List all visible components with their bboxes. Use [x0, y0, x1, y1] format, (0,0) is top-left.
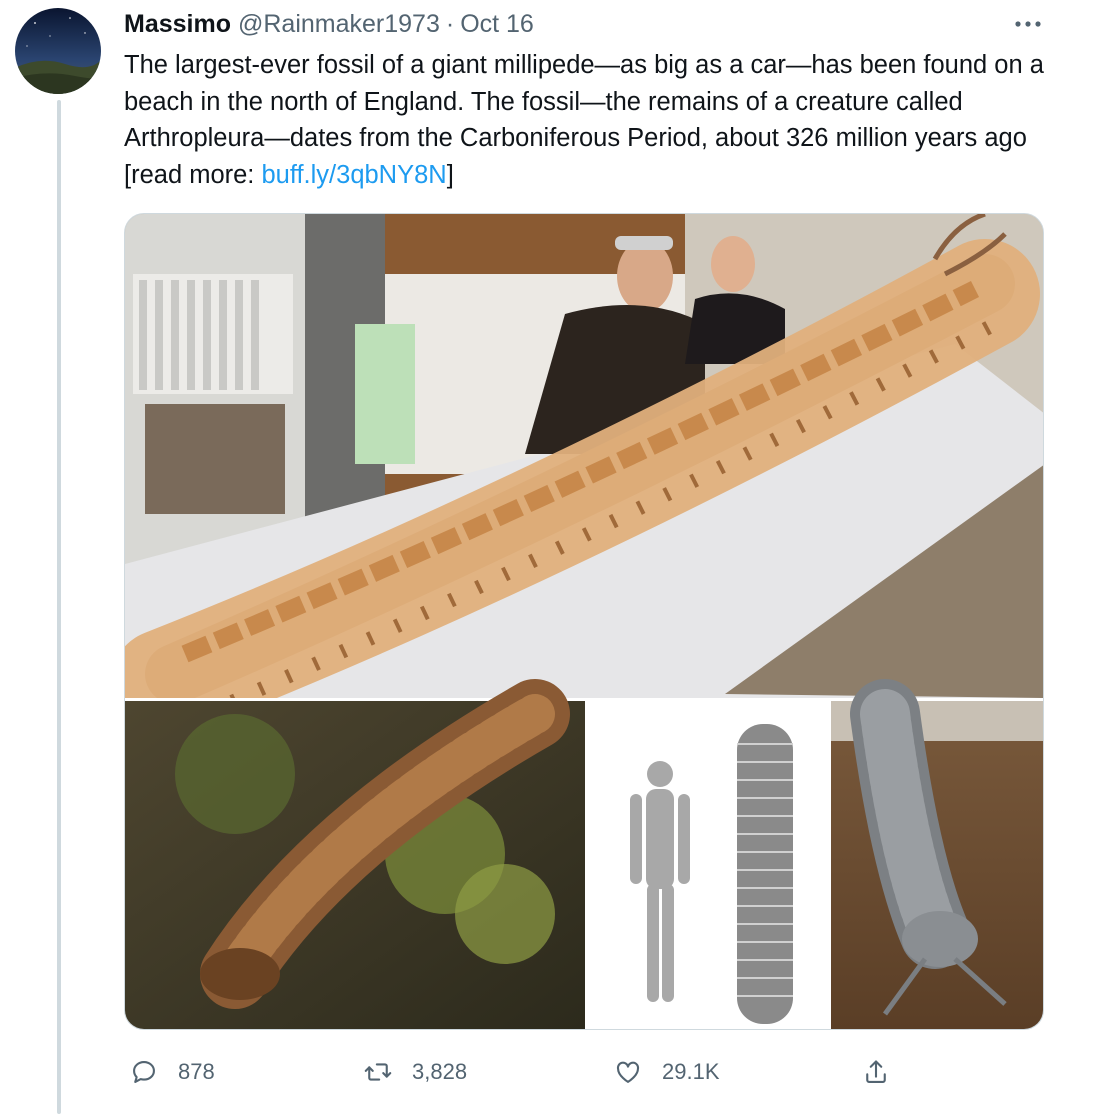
header-separator: ·	[445, 9, 455, 38]
tweet-text: The largest-ever fossil of a giant milli…	[124, 47, 1064, 193]
tweet-media-image[interactable]	[124, 213, 1044, 1030]
more-horizontal-icon	[1015, 21, 1041, 27]
like-count: 29.1K	[662, 1059, 720, 1084]
retweet-icon	[358, 1052, 398, 1092]
retweet-button[interactable]: 3,828	[358, 1052, 467, 1092]
author-name[interactable]: Massimo	[124, 10, 231, 39]
tweet-header: Massimo @Rainmaker1973 · Oct 16	[124, 8, 534, 40]
heart-icon	[608, 1052, 648, 1092]
media-panel-museum-model	[831, 679, 1043, 1029]
reply-button[interactable]: 878	[124, 1052, 215, 1092]
media-composite-image	[125, 214, 1043, 1029]
author-avatar[interactable]	[15, 8, 101, 94]
author-handle[interactable]: @Rainmaker1973	[238, 10, 440, 39]
like-button[interactable]: 29.1K	[608, 1052, 720, 1092]
reply-count: 878	[178, 1059, 215, 1084]
tweet-date[interactable]: Oct 16	[460, 10, 534, 39]
thread-connector-line	[57, 100, 61, 1114]
media-panel-size-comparison	[588, 701, 828, 1029]
avatar-night-sky-image	[15, 8, 101, 94]
tweet-action-bar: 878 3,828 29.1K	[124, 1052, 1064, 1092]
media-panel-model-room	[125, 214, 1043, 739]
tweet-text-tail: ]	[446, 160, 454, 189]
reply-bubble-icon	[124, 1052, 164, 1092]
share-upload-icon	[856, 1052, 896, 1092]
tweet-link[interactable]: buff.ly/3qbNY8N	[261, 161, 446, 189]
media-panel-forest-reconstruction	[125, 679, 585, 1029]
retweet-count: 3,828	[412, 1059, 468, 1084]
share-button[interactable]	[856, 1052, 896, 1092]
more-options-button[interactable]	[1006, 8, 1050, 40]
